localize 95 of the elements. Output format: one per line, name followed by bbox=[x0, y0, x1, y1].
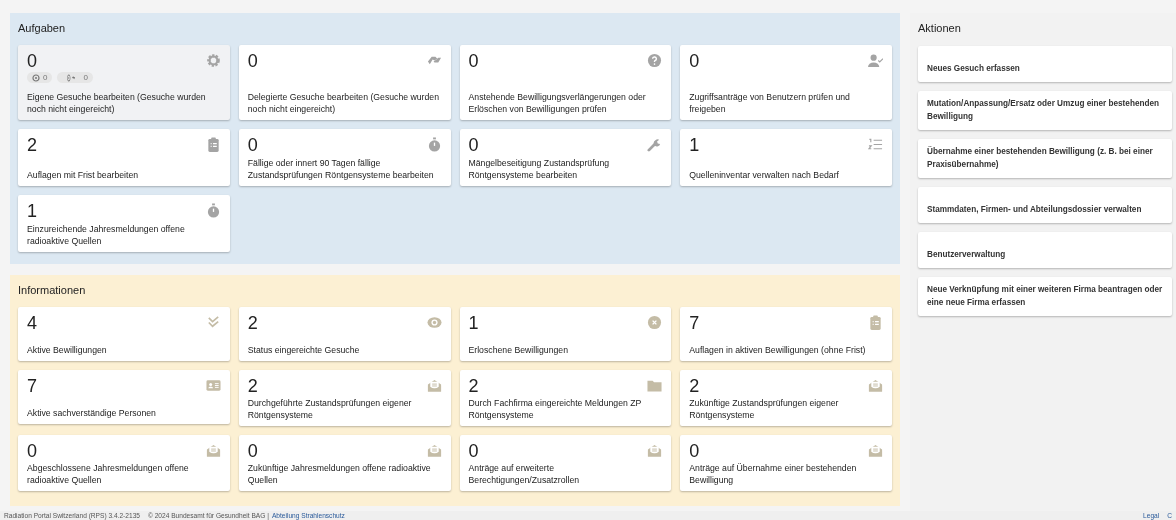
eye-icon bbox=[426, 315, 442, 330]
task-card[interactable]: 0 0 0 Eigene Gesuche bearbeiten (Gesuche wurden noch nicht eingereicht) bbox=[18, 45, 230, 120]
question-icon bbox=[647, 53, 663, 68]
double-check-icon bbox=[205, 315, 221, 330]
count: 0 bbox=[247, 135, 258, 155]
ordered-list-icon bbox=[868, 137, 883, 152]
count: 2 bbox=[689, 376, 700, 396]
action-card[interactable]: Neues Gesuch erfassen bbox=[918, 46, 1172, 82]
envelope-icon bbox=[868, 443, 883, 458]
action-card[interactable]: Benutzerverwaltung bbox=[918, 232, 1172, 268]
count: 2 bbox=[27, 135, 37, 155]
card-label: Anträge auf Übernahme einer bestehenden Bewilligung bbox=[689, 462, 858, 486]
count: 2 bbox=[468, 376, 479, 396]
task-card[interactable]: 1 Einzureichende Jahresmeldungen offene radioaktive Quellen bbox=[18, 195, 230, 252]
task-card[interactable]: 0 Zugriffsanträge von Benutzern prüfen und freigeben bbox=[680, 45, 892, 120]
card-label: Zukünftige Zustandsprüfungen eigener Röntgensysteme bbox=[689, 397, 840, 421]
info-card[interactable]: 0 Anträge auf Übernahme einer bestehenden Bewilligung bbox=[680, 435, 892, 491]
info-card[interactable]: 2 Durchgeführte Zustandsprüfungen eigener Röntgensysteme bbox=[238, 370, 451, 426]
action-card[interactable]: Übernahme einer bestehenden Bewilligung (z. B. bei einer Praxisübernahme) bbox=[918, 139, 1172, 178]
info-card[interactable]: 0 Abgeschlossene Jahresmeldungen offene radioaktive Quellen bbox=[18, 435, 230, 491]
count: 2 bbox=[247, 376, 258, 396]
card-label: Erloschene Bewilligungen bbox=[468, 343, 569, 356]
task-card[interactable]: 0 Anstehende Bewilligungsverlängerungen oder Erlöschen von Bewilligungen prüfen bbox=[459, 45, 672, 120]
card-label: Einzureichende Jahresmeldungen offene radioaktive Quellen bbox=[27, 223, 186, 247]
envelope-icon bbox=[426, 378, 442, 393]
info-card[interactable]: 0 Zukünftige Jahresmeldungen offene radioaktive Quellen bbox=[238, 435, 451, 491]
status-badge: 0 bbox=[27, 72, 53, 83]
info-card[interactable]: 0 Anträge auf erweiterte Berechtigungen/Zusatzrollen bbox=[459, 435, 672, 491]
count: 4 bbox=[27, 313, 37, 333]
x-circle-icon bbox=[647, 315, 663, 330]
stopwatch-icon bbox=[426, 137, 442, 152]
info-card[interactable]: 2 Zukünftige Zustandsprüfungen eigener Röntgensysteme bbox=[680, 370, 892, 426]
id-card-icon bbox=[205, 378, 221, 393]
clipboard-icon bbox=[205, 137, 221, 152]
count: 0 bbox=[468, 135, 479, 155]
gear-icon bbox=[205, 53, 221, 68]
count: 0 bbox=[689, 51, 700, 71]
card-label: Anträge auf erweiterte Berechtigungen/Zusatzrollen bbox=[468, 462, 581, 486]
count: 0 bbox=[247, 51, 258, 71]
card-label: Aktive Bewilligungen bbox=[27, 343, 108, 356]
info-card[interactable]: 2 Status eingereichte Gesuche bbox=[238, 307, 451, 361]
action-card[interactable]: Stammdaten, Firmen- und Abteilungsdossier verwalten bbox=[918, 187, 1172, 223]
count: 0 bbox=[689, 441, 700, 461]
card-label: Anstehende Bewilligungsverlängerungen oder Erlöschen von Bewilligungen prüfen bbox=[468, 91, 647, 115]
card-label: Mängelbeseitigung Zustandsprüfung Röntgensysteme bearbeiten bbox=[468, 157, 611, 181]
card-label: Zukünftige Jahresmeldungen offene radioaktive Quellen bbox=[247, 462, 432, 486]
count: 0 bbox=[27, 51, 37, 71]
action-card[interactable]: Neue Verknüpfung mit einer weiteren Firma beantragen oder eine neue Firma erfassen bbox=[918, 277, 1172, 316]
count: 7 bbox=[27, 376, 37, 396]
card-label: Abgeschlossene Jahresmeldungen offene radioaktive Quellen bbox=[27, 462, 190, 486]
task-card[interactable]: 1 Quelleninventar verwalten nach Bedarf bbox=[680, 129, 892, 186]
count: 1 bbox=[468, 313, 479, 333]
action-card[interactable]: Mutation/Anpassung/Ersatz oder Umzug einer bestehenden Bewilligung bbox=[918, 91, 1172, 130]
info-card[interactable]: 7 Aktive sachverständige Personen bbox=[18, 370, 230, 424]
card-label: Fällige oder innert 90 Tagen fällige Zustandsprüfungen Röntgensysteme bearbeiten bbox=[247, 157, 435, 181]
task-card[interactable]: 0 Delegierte Gesuche bearbeiten (Gesuche wurden noch nicht eingereicht) bbox=[238, 45, 451, 120]
stopwatch-icon bbox=[205, 203, 221, 218]
info-card[interactable]: 2 Durch Fachfirma eingereichte Meldungen ZP Röntgensysteme bbox=[459, 370, 672, 426]
count: 7 bbox=[689, 313, 700, 333]
count: 1 bbox=[27, 201, 37, 221]
wrench-icon bbox=[647, 137, 663, 152]
folder-icon bbox=[647, 378, 663, 393]
count: 0 bbox=[468, 51, 479, 71]
card-label: Aktive sachverständige Personen bbox=[27, 406, 157, 419]
envelope-icon bbox=[868, 378, 883, 393]
task-card[interactable]: 0 Fällige oder innert 90 Tagen fällige Zustandsprüfungen Röntgensysteme bearbeiten bbox=[238, 129, 451, 186]
card-label: Durch Fachfirma eingereichte Meldungen ZP Röntgensysteme bbox=[468, 397, 643, 421]
count: 0 bbox=[247, 441, 258, 461]
status-badge: 0 bbox=[57, 72, 93, 83]
card-label: Quelleninventar verwalten nach Bedarf bbox=[689, 168, 840, 181]
clipboard-icon bbox=[868, 315, 883, 330]
info-card[interactable]: 1 Erloschene Bewilligungen bbox=[459, 307, 672, 361]
info-card[interactable]: 7 Auflagen in aktiven Bewilligungen (ohne Frist) bbox=[680, 307, 892, 361]
envelope-icon bbox=[647, 443, 663, 458]
card-label: Auflagen in aktiven Bewilligungen (ohne Frist) bbox=[689, 343, 867, 356]
count: 2 bbox=[247, 313, 258, 333]
envelope-icon bbox=[426, 443, 442, 458]
count: 1 bbox=[689, 135, 700, 155]
card-label: Delegierte Gesuche bearbeiten (Gesuche wurden noch nicht eingereicht) bbox=[247, 91, 440, 115]
card-label: Auflagen mit Frist bearbeiten bbox=[27, 168, 140, 181]
card-label: Zugriffsanträge von Benutzern prüfen und freigeben bbox=[689, 91, 851, 115]
task-card[interactable]: 2 Auflagen mit Frist bearbeiten bbox=[18, 129, 230, 186]
section-title: Aufgaben bbox=[18, 21, 67, 36]
section-title: Informationen bbox=[18, 283, 87, 298]
eye-icon bbox=[32, 73, 40, 82]
card-label: Eigene Gesuche bearbeiten (Gesuche wurden noch nicht eingereicht) bbox=[27, 91, 207, 115]
card-label: Status eingereichte Gesuche bbox=[247, 343, 361, 356]
envelope-icon bbox=[205, 443, 221, 458]
task-card[interactable]: 0 Mängelbeseitigung Zustandsprüfung Röntgensysteme bearbeiten bbox=[459, 129, 672, 186]
user-check-icon bbox=[868, 53, 883, 68]
card-label: Durchgeführte Zustandsprüfungen eigener Röntgensysteme bbox=[247, 397, 413, 421]
count: 0 bbox=[468, 441, 479, 461]
section-title: Aktionen bbox=[918, 21, 962, 36]
count: 0 bbox=[27, 441, 37, 461]
info-card[interactable]: 4 Aktive Bewilligungen bbox=[18, 307, 230, 361]
